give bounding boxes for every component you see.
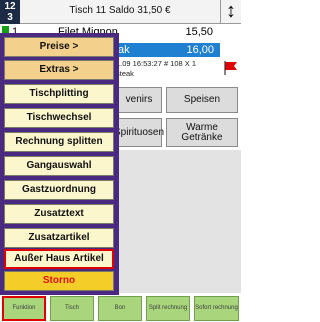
- sofort-rechnung-button[interactable]: Sofort rechnung: [194, 296, 239, 321]
- course-marker-icon: [2, 26, 9, 33]
- table-balance-title: Tisch 11 Saldo 31,50 €: [20, 0, 220, 24]
- menu-item-extras[interactable]: Extras >: [4, 60, 114, 80]
- category-speisen[interactable]: Speisen: [166, 87, 238, 113]
- up-down-arrow-icon: ↕: [226, 0, 236, 22]
- menu-item-rechnung-splitten[interactable]: Rechnung splitten: [4, 132, 114, 152]
- category-warme-getraenke[interactable]: Warme Getränke: [166, 118, 238, 147]
- menu-item-storno[interactable]: Storno: [4, 271, 114, 291]
- menu-item-tischplitting[interactable]: Tischplitting: [4, 84, 114, 104]
- category-souvenirs[interactable]: venirs: [116, 87, 162, 113]
- selected-line-amount: 16,00: [186, 44, 214, 56]
- red-flag-icon: [224, 61, 237, 75]
- bon-button[interactable]: Bon: [98, 296, 142, 321]
- funktion-button[interactable]: Funktion: [2, 296, 46, 321]
- selected-order-line[interactable]: ak 16,00: [116, 43, 220, 57]
- menu-item-ausser-haus-artikel[interactable]: Außer Haus Artikel: [4, 249, 114, 269]
- pos-screen: 12 3 Tisch 11 Saldo 31,50 € ↕ 1 Filet Mi…: [0, 0, 241, 322]
- corner-bottom-number: 3: [7, 12, 13, 23]
- split-rechnung-button[interactable]: Split rechnung: [146, 296, 190, 321]
- function-menu: Preise > Extras > Tischplitting Tischwec…: [0, 33, 119, 295]
- menu-item-tischwechsel[interactable]: Tischwechsel: [4, 108, 114, 128]
- corner-top-number: 12: [4, 1, 16, 12]
- scroll-button[interactable]: ↕: [220, 0, 241, 24]
- menu-item-preise[interactable]: Preise >: [4, 37, 114, 57]
- menu-item-gangauswahl[interactable]: Gangauswahl: [4, 156, 114, 176]
- tisch-button[interactable]: Tisch: [50, 296, 94, 321]
- menu-item-zusatztext[interactable]: Zusatztext: [4, 204, 114, 224]
- table-number-indicator: 12 3: [0, 0, 20, 24]
- selected-line-label: ak: [118, 44, 130, 56]
- menu-item-gastzuordnung[interactable]: Gastzuordnung: [4, 180, 114, 200]
- menu-item-zusatzartikel[interactable]: Zusatzartikel: [4, 228, 114, 248]
- article-grid-area: [116, 150, 241, 293]
- category-spirituosen[interactable]: Spirituosen: [114, 118, 164, 147]
- order-line-info-2: steak: [116, 69, 134, 78]
- order-line-price: 15,50: [185, 26, 213, 38]
